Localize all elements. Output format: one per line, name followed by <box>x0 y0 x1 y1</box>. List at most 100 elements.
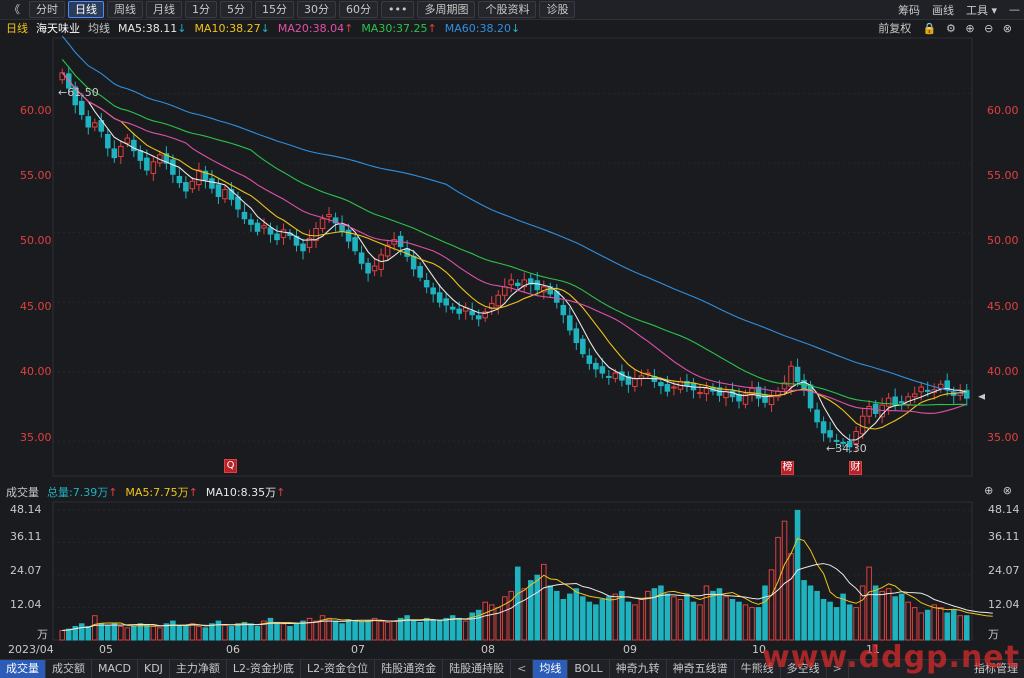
event-marker[interactable]: Q <box>224 459 237 473</box>
volume-bar <box>736 601 742 641</box>
candle-body <box>176 175 183 184</box>
volume-bar <box>905 601 911 641</box>
ma10-line <box>61 72 967 430</box>
volume-bar <box>788 553 794 641</box>
kline-chart[interactable] <box>0 0 1024 677</box>
candle-body <box>918 386 924 393</box>
candle-body <box>183 182 189 192</box>
candle-body <box>261 225 267 229</box>
candle-body <box>534 280 541 291</box>
candle-body <box>827 430 833 438</box>
candle-body <box>358 252 365 264</box>
overlay-tab-2[interactable]: 神奇九转 <box>610 660 667 678</box>
candle-body <box>599 366 606 374</box>
candle-body <box>788 365 794 387</box>
candle-body <box>820 421 827 434</box>
volume-bar <box>378 620 384 641</box>
volume-bar <box>183 624 189 641</box>
volume-bar <box>697 604 703 641</box>
indicator-tab-6[interactable]: L2-资金仓位 <box>301 660 376 678</box>
volume-bar <box>196 625 202 641</box>
volume-bar <box>78 623 85 641</box>
volume-bar <box>124 627 131 641</box>
candle-body <box>274 233 280 241</box>
volume-bar <box>911 607 918 641</box>
event-marker[interactable]: 榜 <box>781 461 794 475</box>
volume-bar <box>710 590 716 641</box>
candle-body <box>859 415 866 435</box>
volume-bar <box>345 619 352 641</box>
volume-tick-right: 36.11 <box>988 530 1020 543</box>
volume-bar <box>580 596 586 641</box>
volume-bar <box>684 593 690 641</box>
overlay-tab-1[interactable]: BOLL <box>568 660 610 678</box>
price-tick-right: 45.00 <box>987 300 1019 313</box>
candle-body <box>593 362 599 370</box>
volume-bar <box>313 620 319 641</box>
volume-bar <box>918 612 924 641</box>
candle-body <box>365 262 371 274</box>
date-label: 07 <box>351 643 365 656</box>
volume-bar <box>267 617 274 641</box>
volume-bar <box>937 607 944 641</box>
volume-bar <box>632 604 638 641</box>
volume-bar <box>547 585 554 641</box>
indicator-tab-0[interactable]: 成交量 <box>0 660 46 678</box>
volume-bar <box>521 588 528 641</box>
volume-bar <box>638 598 645 641</box>
date-label: 09 <box>623 643 637 656</box>
volume-bar <box>228 625 235 641</box>
volume-bar <box>339 623 345 641</box>
indicator-tab-7[interactable]: 陆股通资金 <box>375 660 444 678</box>
volume-bar <box>586 601 593 641</box>
volume-tick: 12.04 <box>10 598 42 611</box>
volume-bar <box>254 625 261 641</box>
indicator-tab-4[interactable]: 主力净额 <box>170 660 227 678</box>
volume-bar <box>163 623 170 641</box>
price-tick: 45.00 <box>20 300 52 313</box>
volume-bar <box>762 585 768 641</box>
volume-bar <box>443 617 449 641</box>
candle-body <box>85 116 92 128</box>
volume-bar <box>391 620 397 641</box>
volume-bar <box>879 590 885 641</box>
candle-body <box>371 265 378 272</box>
volume-bar <box>781 520 788 641</box>
price-panel-frame <box>52 37 973 477</box>
volume-bar <box>222 624 228 641</box>
indicator-tab-5[interactable]: L2-资金抄底 <box>227 660 302 678</box>
volume-bar <box>85 625 92 641</box>
volume-bar <box>287 625 293 641</box>
overlay-tab-0[interactable]: 均线 <box>533 660 569 678</box>
current-price-pointer <box>978 393 985 400</box>
volume-bar <box>606 596 612 641</box>
volume-bar <box>872 585 879 641</box>
indicator-tab-8[interactable]: 陆股通持股 <box>443 660 512 678</box>
candle-body <box>514 282 521 287</box>
indicator-tab-2[interactable]: MACD <box>92 660 138 678</box>
volume-bar <box>677 598 684 641</box>
overlay-tab-3[interactable]: 神奇五线谱 <box>667 660 735 678</box>
volume-bar <box>326 617 332 641</box>
event-marker[interactable]: 财 <box>849 461 862 475</box>
candle-body <box>235 196 241 210</box>
volume-bar <box>248 623 254 641</box>
candle-body <box>697 392 703 395</box>
volume-bar <box>749 607 755 641</box>
date-label: 2023/04 <box>8 643 54 656</box>
candle-body <box>150 161 157 174</box>
volume-bar <box>274 621 280 641</box>
price-tick-right: 40.00 <box>987 365 1019 378</box>
volume-tick-right: 48.14 <box>988 503 1020 516</box>
candle-body <box>703 387 710 395</box>
indicator-tab-3[interactable]: KDJ <box>138 660 170 678</box>
volume-bar <box>846 604 853 641</box>
volume-bar <box>742 604 749 641</box>
volume-ma10-line <box>62 563 993 632</box>
chevron-left-icon[interactable]: < <box>511 660 534 678</box>
candle-body <box>326 214 332 218</box>
volume-bar <box>716 588 723 641</box>
candle-body <box>196 169 202 186</box>
candle-body <box>300 243 306 252</box>
indicator-tab-1[interactable]: 成交额 <box>46 660 92 678</box>
